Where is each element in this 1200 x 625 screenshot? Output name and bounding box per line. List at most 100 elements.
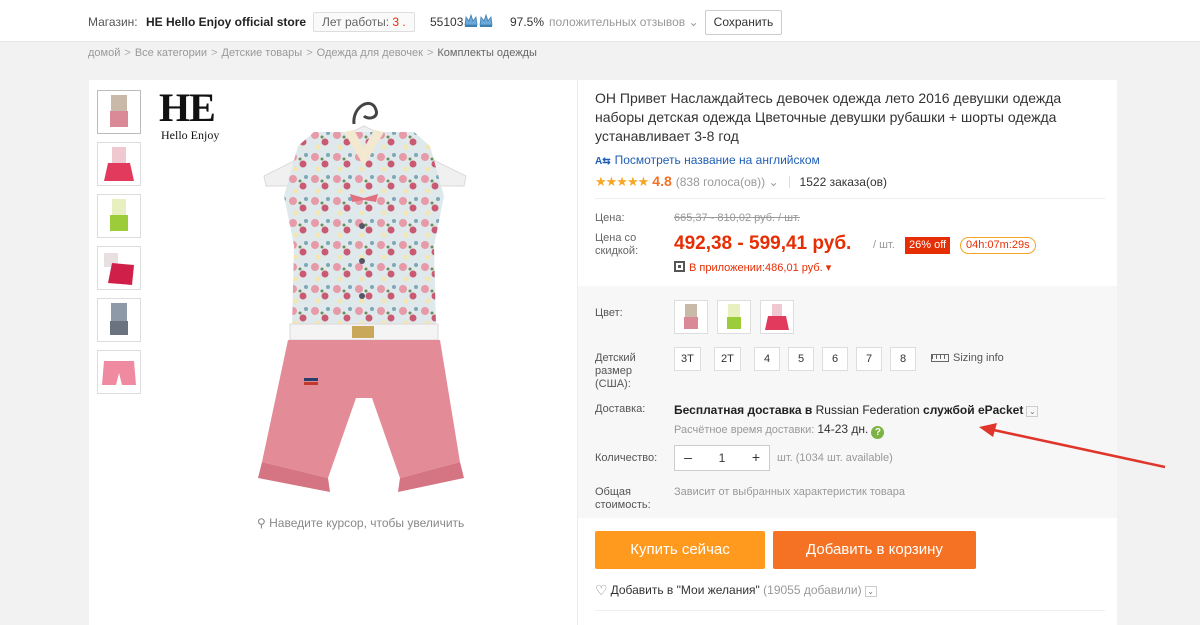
size-option-3t[interactable]: 3T	[674, 347, 701, 371]
shipping-prefix: Бесплатная доставка в	[674, 403, 813, 417]
chevron-right-icon: >	[306, 47, 313, 59]
years-label: Лет работы:	[322, 15, 390, 29]
shipping-label: Доставка:	[595, 403, 646, 415]
divider	[788, 176, 790, 188]
ruler-icon	[931, 354, 949, 362]
options-panel	[578, 286, 1117, 518]
thumbnail-2[interactable]	[97, 142, 141, 186]
heart-icon: ♡	[595, 582, 608, 598]
old-price: 665,37 - 810,02 руб. / шт.	[674, 212, 800, 224]
quantity-available: шт. (1034 шт. available)	[777, 452, 893, 464]
store-years-badge: Лет работы: 3 .	[313, 12, 415, 32]
quantity-label: Количество:	[595, 452, 658, 464]
orders-count: 1522 заказа(ов)	[799, 175, 888, 189]
zoom-hint: ⚲ Наведите курсор, чтобы увеличить	[257, 516, 464, 530]
annotation-arrow-icon	[979, 423, 1166, 469]
magnifier-icon: ⚲	[257, 516, 270, 530]
zoom-hint-text: Наведите курсор, чтобы увеличить	[269, 516, 465, 530]
breadcrumb: домой > Все категории > Детские товары > Одежд…	[88, 47, 537, 59]
positive-percent: 97.5%	[510, 15, 545, 29]
color-swatch-green[interactable]	[717, 300, 751, 334]
chevron-down-icon[interactable]: ⌄	[864, 586, 877, 597]
size-option-6[interactable]: 6	[822, 347, 848, 371]
breadcrumb-home[interactable]: домой	[88, 47, 120, 59]
thumbnail-list	[97, 90, 141, 402]
translate-title-link[interactable]: A⇆ Посмотреть название на английском	[595, 153, 820, 167]
feedback-dropdown[interactable]: положительных отзывов ⌄	[549, 15, 699, 29]
save-store-button[interactable]: Сохранить	[705, 10, 782, 35]
rating-row: ★★★★★ 4.8 (838 голоса(ов)) ⌄ 1522 заказа(ов…	[595, 173, 887, 190]
translate-title-text: Посмотреть название на английском	[614, 153, 820, 167]
chevron-right-icon: >	[211, 47, 218, 59]
years-value: 3 .	[392, 15, 406, 29]
size-option-4[interactable]: 4	[754, 347, 780, 371]
countdown-timer: 04h:07m:29s	[960, 237, 1036, 254]
size-option-8[interactable]: 8	[890, 347, 916, 371]
breadcrumb-kids[interactable]: Детские товары	[222, 47, 303, 59]
price-unit: / шт.	[873, 239, 895, 251]
price-label: Цена:	[595, 212, 625, 224]
quantity-stepper: – +	[674, 445, 770, 471]
eta-days: 14-23 дн.	[817, 422, 869, 436]
divider	[595, 198, 1105, 199]
plus-icon[interactable]: +	[745, 446, 767, 470]
shipping-country: Russian Federation	[815, 403, 920, 417]
caret-down-icon: ▾	[822, 262, 832, 274]
qr-code-icon	[674, 261, 685, 272]
minus-icon[interactable]: –	[677, 446, 699, 470]
thumbnail-4[interactable]	[97, 246, 141, 290]
brand-logo-text: HE	[159, 85, 216, 130]
size-option-7[interactable]: 7	[856, 347, 882, 371]
total-value: Зависит от выбранных характеристик товар…	[674, 486, 905, 498]
store-label: Магазин:	[88, 15, 138, 29]
star-rating-icon: ★★★★★	[595, 174, 649, 189]
discount-badge: 26% off	[905, 237, 951, 254]
color-swatch-red-skirt[interactable]	[760, 300, 794, 334]
delivery-estimate: Расчётное время доставки: 14-23 дн.?	[674, 422, 885, 439]
app-price-text: В приложении:486,01 руб.	[689, 262, 823, 274]
breadcrumb-girls-clothing[interactable]: Одежда для девочек	[317, 47, 423, 59]
help-icon[interactable]: ?	[871, 426, 885, 439]
rating-value: 4.8	[652, 173, 672, 189]
brand-logo: HE Hello Enjoy	[159, 88, 219, 143]
app-price-dropdown[interactable]: В приложении:486,01 руб. ▾	[674, 261, 831, 274]
chevron-right-icon: >	[124, 47, 131, 59]
chevron-down-icon[interactable]: ⌄	[765, 175, 778, 189]
quantity-input[interactable]	[699, 448, 745, 468]
thumbnail-6[interactable]	[97, 350, 141, 394]
color-label: Цвет:	[595, 307, 623, 319]
breadcrumb-all-categories[interactable]: Все категории	[135, 47, 207, 59]
discount-price: 492,38 - 599,41 руб.	[674, 233, 852, 254]
total-label: Общая стоимость:	[595, 486, 651, 511]
product-card: HE Hello Enjoy ⚲ Наведите курсор, чтобы …	[89, 80, 1117, 625]
brand-logo-subtitle: Hello Enjoy	[161, 128, 220, 142]
breadcrumb-current[interactable]: Комплекты одежды	[437, 47, 537, 59]
votes-count[interactable]: (838 голоса(ов))	[676, 175, 765, 189]
size-option-5[interactable]: 5	[788, 347, 814, 371]
feedback-label: положительных отзывов	[549, 15, 686, 29]
size-option-2t[interactable]: 2T	[714, 347, 741, 371]
add-to-wishlist-link[interactable]: ♡ Добавить в "Мои желания" (19055 добавил…	[595, 582, 877, 599]
store-name-link[interactable]: HE Hello Enjoy official store	[146, 15, 306, 29]
size-label: Детский размер (США):	[595, 352, 636, 390]
store-bar: Магазин: HE Hello Enjoy official store Л…	[0, 0, 1200, 42]
sizing-info-text: Sizing info	[953, 352, 1004, 364]
thumbnail-5[interactable]	[97, 298, 141, 342]
add-to-cart-button[interactable]: Добавить в корзину	[773, 531, 976, 569]
chevron-right-icon: >	[426, 47, 434, 59]
divider	[595, 610, 1105, 611]
wishlist-text: Добавить в "Мои желания"	[610, 583, 760, 597]
sizing-info-link[interactable]: Sizing info	[931, 352, 1004, 364]
buy-now-button[interactable]: Купить сейчас	[595, 531, 765, 569]
wishlist-count: (19055 добавили)	[763, 583, 862, 597]
product-main-image[interactable]	[244, 86, 484, 496]
product-title: OH Привет Наслаждайтесь девочек одежда л…	[595, 90, 1062, 144]
chevron-down-icon: ⌄	[688, 15, 699, 29]
crown-icon	[464, 13, 493, 27]
translate-icon: A⇆	[595, 156, 611, 167]
discount-price-label: Цена со скидкой:	[595, 232, 639, 257]
color-swatch-pink-shorts[interactable]	[674, 300, 708, 334]
thumbnail-3[interactable]	[97, 194, 141, 238]
thumbnail-1[interactable]	[97, 90, 141, 134]
eta-label: Расчётное время доставки:	[674, 424, 815, 436]
